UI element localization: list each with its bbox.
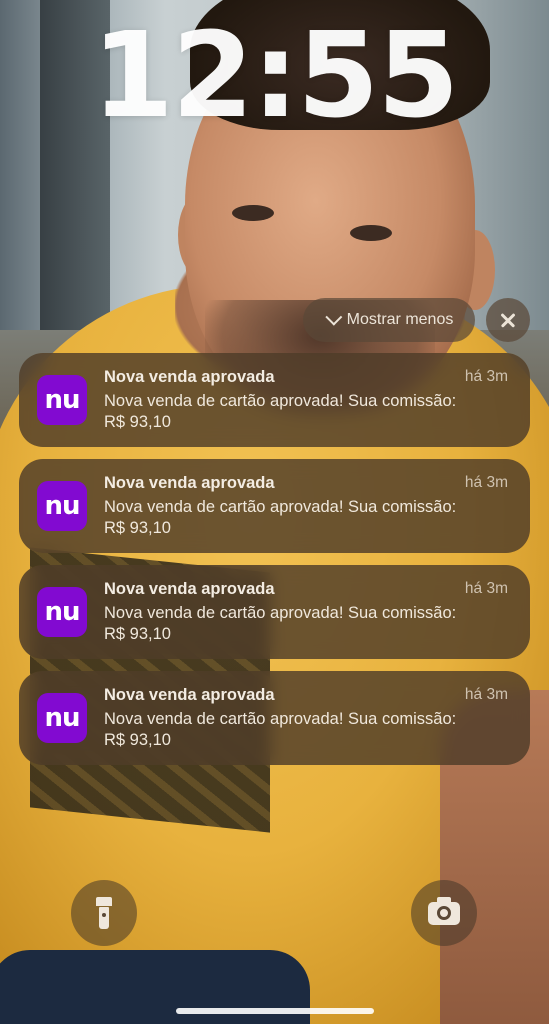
clear-notifications-button[interactable]	[486, 298, 530, 342]
notification-body: Nova venda de cartão aprovada! Sua comis…	[104, 710, 457, 749]
camera-button[interactable]	[411, 880, 477, 946]
notification-time: há 3m	[464, 580, 508, 597]
camera-icon	[428, 897, 460, 925]
nubank-app-icon: nu	[37, 587, 87, 637]
nubank-app-icon: nu	[37, 481, 87, 531]
notification-time: há 3m	[464, 368, 508, 385]
notification-body: Nova venda de cartão aprovada! Sua comis…	[104, 604, 457, 643]
show-less-button[interactable]: Mostrar menos	[303, 298, 475, 342]
notification-card[interactable]: nu Nova venda aprovada há 3m Nova venda …	[19, 459, 530, 553]
wallpaper-eye-right	[350, 225, 392, 241]
notification-title: Nova venda aprovada	[104, 686, 275, 704]
flashlight-icon	[96, 897, 112, 929]
show-less-label: Mostrar menos	[346, 311, 454, 328]
flashlight-button[interactable]	[71, 880, 137, 946]
notification-card[interactable]: nu Nova venda aprovada há 3m Nova venda …	[19, 353, 530, 447]
notification-card[interactable]: nu Nova venda aprovada há 3m Nova venda …	[19, 671, 530, 765]
notification-card[interactable]: nu Nova venda aprovada há 3m Nova venda …	[19, 565, 530, 659]
notification-title: Nova venda aprovada	[104, 368, 275, 386]
notification-title: Nova venda aprovada	[104, 580, 275, 598]
wallpaper-eye-left	[232, 205, 274, 221]
nubank-app-icon: nu	[37, 375, 87, 425]
home-indicator[interactable]	[176, 1008, 374, 1014]
chevron-down-icon	[324, 308, 342, 326]
lockscreen-clock: 12:55	[91, 6, 460, 144]
nubank-app-icon: nu	[37, 693, 87, 743]
notification-time: há 3m	[464, 474, 508, 491]
notification-body: Nova venda de cartão aprovada! Sua comis…	[104, 392, 457, 431]
notification-title: Nova venda aprovada	[104, 474, 275, 492]
notification-body: Nova venda de cartão aprovada! Sua comis…	[104, 498, 457, 537]
notification-time: há 3m	[464, 686, 508, 703]
